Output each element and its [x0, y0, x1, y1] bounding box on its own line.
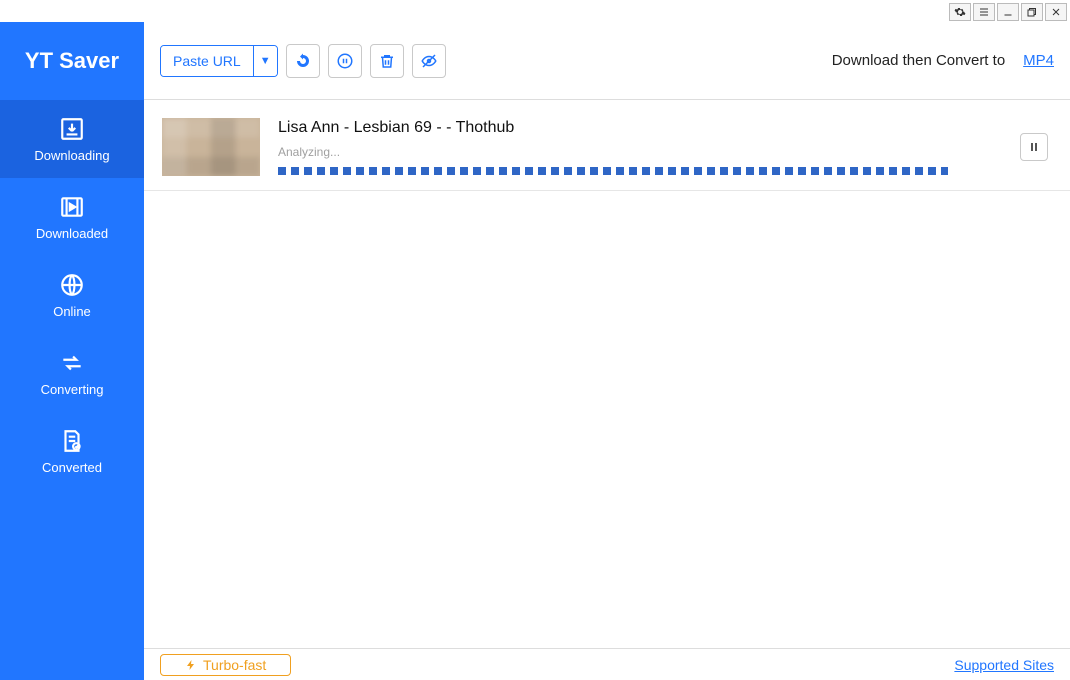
sidebar-item-label: Downloaded: [36, 226, 108, 241]
sidebar-item-label: Online: [53, 304, 91, 319]
sidebar-item-converted[interactable]: Converted: [0, 412, 144, 490]
progress-bar: [278, 167, 948, 175]
sidebar-item-downloading[interactable]: Downloading: [0, 100, 144, 178]
maximize-button[interactable]: [1021, 3, 1043, 21]
download-row: Lisa Ann - Lesbian 69 - - Thothub Analyz…: [144, 100, 1070, 191]
eye-off-icon: [420, 52, 438, 70]
sidebar-item-downloaded[interactable]: Downloaded: [0, 178, 144, 256]
trash-icon: [378, 52, 396, 70]
minimize-icon: [1002, 6, 1014, 18]
supported-sites-link[interactable]: Supported Sites: [954, 657, 1054, 673]
video-title: Lisa Ann - Lesbian 69 - - Thothub: [278, 119, 1002, 137]
sidebar-item-label: Converting: [41, 382, 104, 397]
sidebar-item-label: Downloading: [34, 148, 109, 163]
paste-url-dropdown[interactable]: ▼: [253, 46, 277, 76]
maximize-icon: [1026, 6, 1038, 18]
sidebar-nav: Downloading Downloaded Online Converting…: [0, 100, 144, 490]
menu-icon: [978, 6, 990, 18]
download-icon: [59, 116, 85, 142]
film-icon: [59, 194, 85, 220]
pause-icon: [1028, 141, 1040, 153]
chevron-down-icon: ▼: [260, 55, 271, 67]
convert-icon: [59, 350, 85, 376]
app-brand: YT Saver: [0, 22, 144, 100]
toolbar: Paste URL ▼ Download then Convert to MP4: [144, 22, 1070, 100]
hide-button[interactable]: [412, 44, 446, 78]
doc-check-icon: [59, 428, 85, 454]
convert-label: Download then Convert to: [832, 52, 1005, 69]
window-titlebar: [0, 0, 1070, 22]
paste-url-group: Paste URL ▼: [160, 45, 278, 77]
sidebar-item-converting[interactable]: Converting: [0, 334, 144, 412]
settings-button[interactable]: [949, 3, 971, 21]
gear-icon: [954, 6, 966, 18]
row-pause-button[interactable]: [1020, 133, 1048, 161]
retry-icon: [294, 52, 312, 70]
minimize-button[interactable]: [997, 3, 1019, 21]
close-button[interactable]: [1045, 3, 1067, 21]
pause-circle-icon: [336, 52, 354, 70]
turbo-label: Turbo-fast: [203, 657, 266, 673]
retry-button[interactable]: [286, 44, 320, 78]
main-panel: Paste URL ▼ Download then Convert to MP4: [144, 22, 1070, 680]
convert-format-link[interactable]: MP4: [1023, 52, 1054, 69]
sidebar-item-label: Converted: [42, 460, 102, 475]
delete-button[interactable]: [370, 44, 404, 78]
turbo-fast-button[interactable]: Turbo-fast: [160, 654, 291, 676]
footer: Turbo-fast Supported Sites: [144, 648, 1070, 680]
paste-url-button[interactable]: Paste URL: [161, 46, 253, 76]
menu-button[interactable]: [973, 3, 995, 21]
video-thumbnail: [162, 118, 260, 176]
sidebar: YT Saver Downloading Downloaded Online C…: [0, 22, 144, 680]
pause-all-button[interactable]: [328, 44, 362, 78]
sidebar-item-online[interactable]: Online: [0, 256, 144, 334]
download-status: Analyzing...: [278, 145, 1002, 159]
bolt-icon: [185, 659, 197, 671]
close-icon: [1050, 6, 1062, 18]
globe-icon: [59, 272, 85, 298]
download-list: Lisa Ann - Lesbian 69 - - Thothub Analyz…: [144, 100, 1070, 648]
